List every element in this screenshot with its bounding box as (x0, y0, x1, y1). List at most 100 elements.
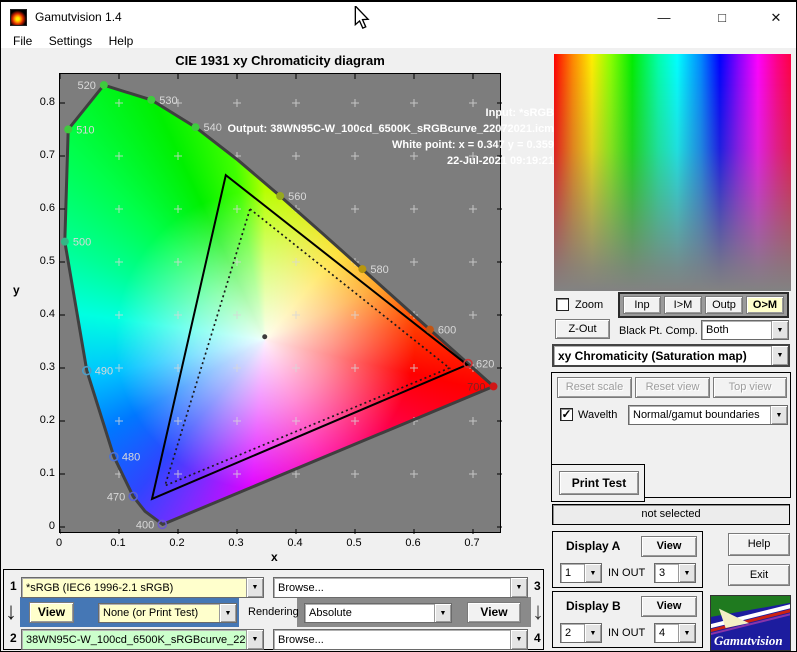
grid-mark (351, 311, 359, 319)
grid-mark (233, 470, 241, 478)
display-b-title: Display B (566, 599, 621, 613)
menu-settings[interactable]: Settings (49, 34, 92, 48)
dropdown-arrow-icon[interactable]: ▼ (584, 624, 601, 642)
flow-down-arrow-left: ↓ (5, 598, 17, 625)
print-test-button[interactable]: Print Test (559, 471, 639, 495)
wavelength-marker (60, 237, 69, 246)
chart-title: CIE 1931 xy Chromaticity diagram (175, 53, 385, 68)
input-profile-select[interactable]: *sRGB (IEC6 1996-2.1 sRGB) ▼ (21, 577, 264, 598)
zoom-checkbox[interactable] (556, 298, 569, 311)
display-b-view-button[interactable]: View (641, 596, 697, 617)
reset-scale-button[interactable]: Reset scale (557, 377, 632, 398)
grid-mark (115, 417, 123, 425)
grid-mark (351, 364, 359, 372)
rendering-intent-select[interactable]: Absolute ▼ (304, 603, 452, 623)
close-button[interactable]: ✕ (761, 8, 791, 28)
logo-text: Gamutvision (714, 633, 783, 648)
minimize-button[interactable]: — (649, 8, 679, 28)
dropdown-arrow-icon[interactable]: ▼ (678, 564, 695, 582)
grid-mark (351, 470, 359, 478)
saturation-map-preview[interactable] (554, 54, 791, 291)
inp-button[interactable]: Inp (623, 296, 661, 314)
dropdown-arrow-icon[interactable]: ▼ (246, 630, 263, 649)
print-test-select[interactable]: None (or Print Test) ▼ (98, 603, 237, 623)
wavelength-label: 470 (107, 491, 125, 503)
wavelength-label: 520 (77, 80, 95, 92)
output-profile-select[interactable]: 38WN95C-W_100cd_6500K_sRGBcurve_2207: ▼ (21, 629, 264, 650)
wavelength-marker (191, 123, 200, 132)
grid-mark (410, 470, 418, 478)
grid-mark (351, 417, 359, 425)
grid-mark (115, 258, 123, 266)
dropdown-arrow-icon[interactable]: ▼ (510, 630, 527, 649)
dropdown-arrow-icon[interactable]: ▼ (246, 578, 263, 597)
y-tick-label: 0.3 (39, 361, 55, 373)
grid-mark (292, 364, 300, 372)
menu-file[interactable]: File (13, 34, 32, 48)
wavelth-checkbox-label: Wavelth (578, 409, 618, 421)
grid-mark (174, 470, 182, 478)
display-a-in-select[interactable]: 1 ▼ (560, 563, 602, 583)
display-b-out-select[interactable]: 4 ▼ (654, 623, 696, 643)
exit-button[interactable]: Exit (728, 564, 790, 586)
grid-mark (233, 417, 241, 425)
view-input-button[interactable]: View (29, 602, 74, 623)
view-mode-select[interactable]: xy Chromaticity (Saturation map) ▼ (552, 344, 790, 367)
grid-mark (469, 205, 477, 213)
y-tick-label: 0 (48, 520, 55, 532)
status-bar: not selected (552, 504, 790, 525)
wavelength-label: 490 (95, 366, 113, 378)
display-b-in-select[interactable]: 2 ▼ (560, 623, 602, 643)
x-tick-label: 0 (55, 537, 63, 549)
y-tick-label: 0.2 (39, 414, 55, 426)
y-tick-label: 0.5 (39, 255, 55, 267)
dropdown-arrow-icon[interactable]: ▼ (584, 564, 601, 582)
maximize-button[interactable]: □ (707, 8, 737, 28)
dropdown-arrow-icon[interactable]: ▼ (510, 578, 527, 597)
dropdown-arrow-icon[interactable]: ▼ (678, 624, 695, 642)
grid-mark (469, 258, 477, 266)
display-a-out-select[interactable]: 3 ▼ (654, 563, 696, 583)
x-tick-label: 0.3 (228, 537, 244, 549)
slot-3-label: 3 (534, 579, 541, 593)
flow-down-arrow-right: ↓ (532, 598, 544, 625)
annotation-timestamp: 22-Jul-2021 09:19:21 (446, 155, 554, 167)
x-tick-label: 0.6 (405, 537, 421, 549)
boundaries-select[interactable]: Normal/gamut boundaries ▼ (628, 405, 788, 425)
top-view-button[interactable]: Top view (713, 377, 787, 398)
grid-mark (410, 205, 418, 213)
grid-mark (233, 364, 241, 372)
annotation-output: Output: 38WN95C-W_100cd_6500K_sRGBcurve_… (227, 123, 555, 135)
display-a-view-button[interactable]: View (641, 536, 697, 557)
display-b-inout-label: IN OUT (608, 627, 646, 639)
help-button[interactable]: Help (728, 533, 790, 556)
wavelength-label: 580 (370, 264, 388, 276)
browse-2-select[interactable]: Browse... ▼ (273, 629, 528, 650)
wavelth-checkbox[interactable]: ✓ (560, 408, 573, 421)
chromaticity-plot[interactable]: 520 530 540 510 500 490 480 470 400 560 580 600 620 7… (59, 73, 554, 534)
o-to-m-button[interactable]: O>M (746, 296, 784, 314)
i-to-m-button[interactable]: I>M (664, 296, 702, 314)
browse-1-select[interactable]: Browse... ▼ (273, 577, 528, 598)
grid-mark (115, 364, 123, 372)
white-point-marker (262, 334, 268, 340)
outp-button[interactable]: Outp (705, 296, 743, 314)
grid-mark (351, 205, 359, 213)
display-b-group: Display B View 2 ▼ IN OUT 4 ▼ (552, 591, 703, 648)
black-pt-comp-select[interactable]: Both ▼ (701, 320, 789, 340)
grid-mark (174, 311, 182, 319)
menu-help[interactable]: Help (109, 34, 134, 48)
z-out-button[interactable]: Z-Out (555, 319, 610, 339)
wavelength-label: 600 (438, 325, 456, 337)
view-output-button[interactable]: View (467, 602, 521, 623)
dropdown-arrow-icon[interactable]: ▼ (434, 604, 451, 622)
wavelength-label: 400 (136, 519, 154, 531)
dropdown-arrow-icon[interactable]: ▼ (219, 604, 236, 622)
dropdown-arrow-icon[interactable]: ▼ (770, 406, 787, 424)
grid-mark (469, 470, 477, 478)
dropdown-arrow-icon[interactable]: ▼ (771, 321, 788, 339)
y-tick-label: 0.8 (39, 96, 55, 108)
dropdown-arrow-icon[interactable]: ▼ (771, 346, 788, 365)
menu-bar: File Settings Help (1, 32, 796, 48)
reset-view-button[interactable]: Reset view (635, 377, 710, 398)
